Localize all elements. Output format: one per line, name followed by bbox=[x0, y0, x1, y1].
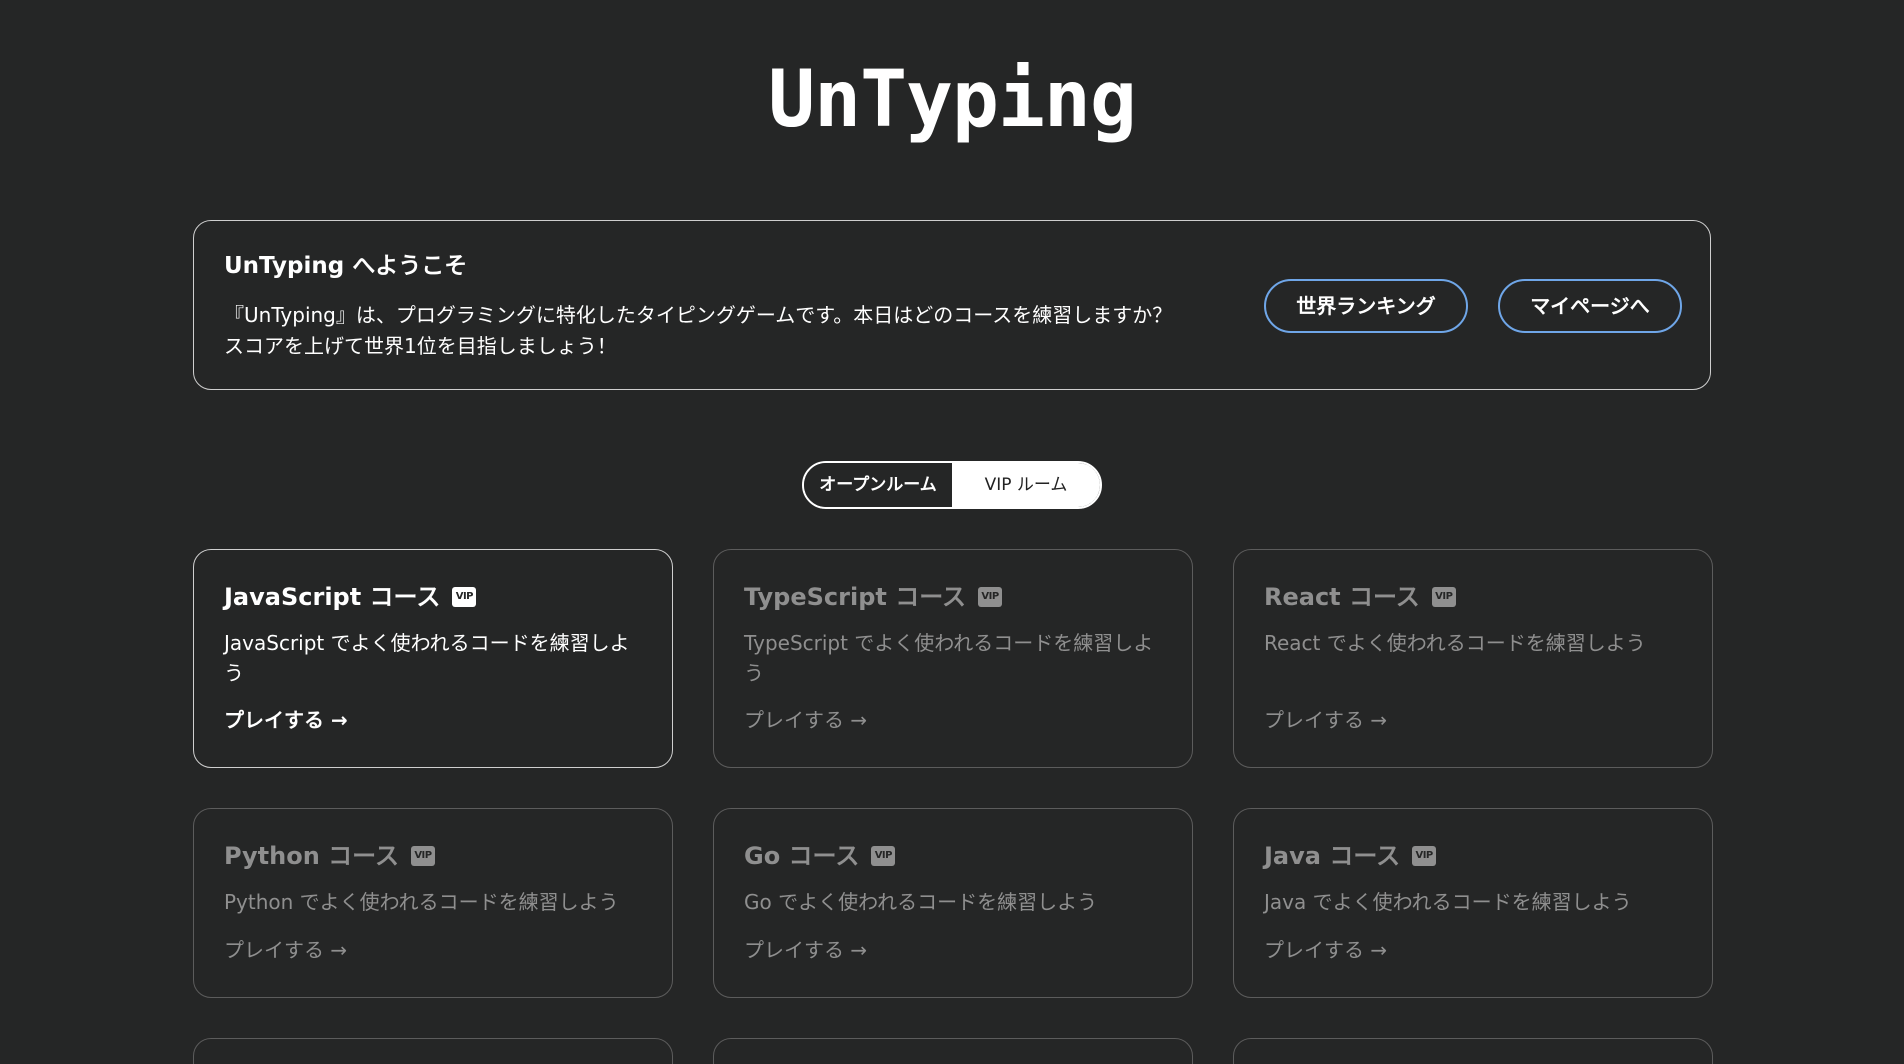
course-title: React コース VIP bbox=[1264, 582, 1456, 612]
course-card-python[interactable]: Python コース VIP Python でよく使われるコードを練習しよう プ… bbox=[193, 808, 673, 998]
play-link[interactable]: プレイする → bbox=[1264, 705, 1387, 735]
course-title-text: Python コース bbox=[224, 842, 399, 870]
vip-badge-icon: VIP bbox=[978, 587, 1003, 607]
welcome-text-line1: 『UnTyping』は、プログラミングに特化したタイピングゲームです。本日はどの… bbox=[224, 303, 1173, 327]
tab-vip-room[interactable]: VIP ルーム bbox=[952, 463, 1100, 507]
course-title: TypeScript コース VIP bbox=[744, 582, 1003, 612]
play-link[interactable]: プレイする → bbox=[1264, 935, 1387, 965]
course-description: TypeScript でよく使われるコードを練習しよう bbox=[744, 631, 1154, 685]
vip-badge-icon: VIP bbox=[410, 846, 435, 866]
play-link[interactable]: プレイする → bbox=[224, 935, 347, 965]
mypage-button[interactable]: マイページへ bbox=[1498, 279, 1682, 333]
course-description: Go でよく使われるコードを練習しよう bbox=[744, 890, 1098, 914]
course-title: Python コース VIP bbox=[224, 841, 435, 871]
welcome-title: UnTyping へようこそ bbox=[224, 253, 468, 279]
vip-badge-icon: VIP bbox=[871, 846, 896, 866]
app-title: UnTyping bbox=[768, 55, 1137, 145]
course-title-text: React コース bbox=[1264, 583, 1420, 611]
vip-badge-icon: VIP bbox=[452, 587, 477, 607]
course-title: Java コース VIP bbox=[1264, 841, 1437, 871]
course-card-partial[interactable] bbox=[713, 1038, 1193, 1064]
welcome-text: 『UnTyping』は、プログラミングに特化したタイピングゲームです。本日はどの… bbox=[224, 300, 1224, 362]
play-link[interactable]: プレイする → bbox=[744, 705, 867, 735]
course-description: Python でよく使われるコードを練習しよう bbox=[224, 890, 619, 914]
course-card-java[interactable]: Java コース VIP Java でよく使われるコードを練習しよう プレイする… bbox=[1233, 808, 1713, 998]
course-description: React でよく使われるコードを練習しよう bbox=[1264, 631, 1646, 655]
vip-badge-icon: VIP bbox=[1412, 846, 1437, 866]
page: UnTyping UnTyping へようこそ 『UnTyping』は、プログラ… bbox=[0, 0, 1904, 1064]
welcome-text-line2: スコアを上げて世界1位を目指しましょう！ bbox=[224, 334, 617, 358]
course-description: Java でよく使われるコードを練習しよう bbox=[1264, 890, 1632, 914]
room-tabs: オープンルーム VIP ルーム bbox=[802, 461, 1102, 509]
play-link[interactable]: プレイする → bbox=[224, 705, 348, 735]
welcome-panel: UnTyping へようこそ 『UnTyping』は、プログラミングに特化したタ… bbox=[193, 220, 1711, 390]
course-title-text: Java コース bbox=[1264, 842, 1401, 870]
world-ranking-button[interactable]: 世界ランキング bbox=[1264, 279, 1468, 333]
course-title: Go コース VIP bbox=[744, 841, 896, 871]
course-description: JavaScript でよく使われるコードを練習しよう bbox=[224, 631, 630, 685]
course-card-typescript[interactable]: TypeScript コース VIP TypeScript でよく使われるコード… bbox=[713, 549, 1193, 768]
course-card-partial[interactable] bbox=[1233, 1038, 1713, 1064]
course-card-react[interactable]: React コース VIP React でよく使われるコードを練習しよう プレイ… bbox=[1233, 549, 1713, 768]
course-title-text: TypeScript コース bbox=[744, 583, 967, 611]
course-card-partial[interactable] bbox=[193, 1038, 673, 1064]
play-link[interactable]: プレイする → bbox=[744, 935, 867, 965]
vip-badge-icon: VIP bbox=[1431, 587, 1456, 607]
tab-open-room[interactable]: オープンルーム bbox=[804, 463, 952, 507]
course-title-text: Go コース bbox=[744, 842, 860, 870]
course-title-text: JavaScript コース bbox=[224, 583, 441, 611]
course-card-javascript[interactable]: JavaScript コース VIP JavaScript でよく使われるコード… bbox=[193, 549, 673, 768]
course-title: JavaScript コース VIP bbox=[224, 582, 477, 612]
course-card-go[interactable]: Go コース VIP Go でよく使われるコードを練習しよう プレイする → bbox=[713, 808, 1193, 998]
